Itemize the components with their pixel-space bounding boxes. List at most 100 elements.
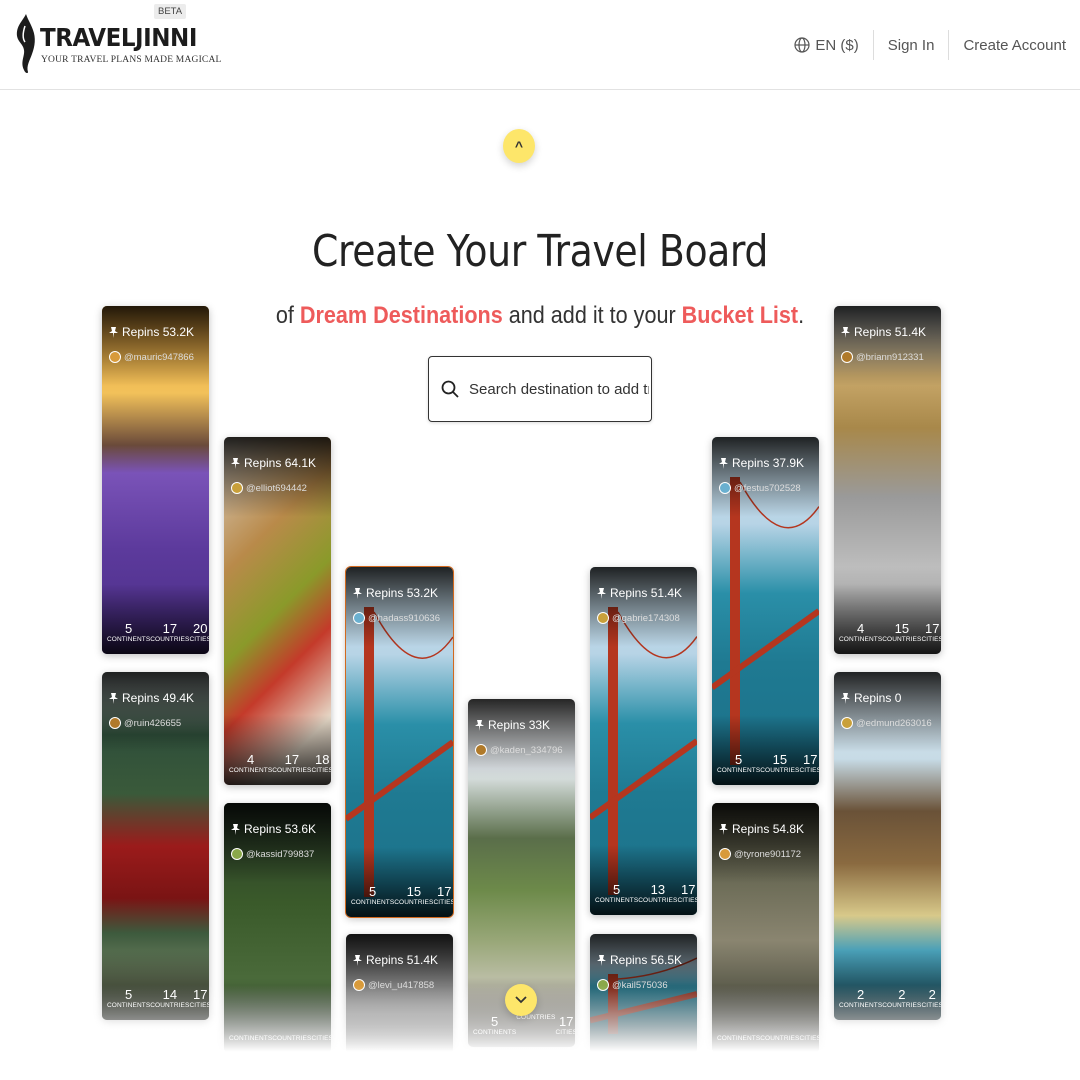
repins-count[interactable]: Repins 33K — [475, 718, 550, 732]
stat-continents: CONTINENTS — [229, 1035, 272, 1042]
avatar — [719, 848, 731, 860]
travel-board-card[interactable]: Repins 51.4K @gabrie174308 5 CONTINENTS 13 CO… — [590, 567, 697, 915]
travel-board-card[interactable]: Repins 53.2K @mauric947866 5 CONTINENTS 17 CO… — [102, 306, 209, 654]
repins-label: Repins 51.4K — [610, 586, 683, 600]
repins-count[interactable]: Repins 51.4K — [353, 953, 438, 967]
repins-count[interactable]: Repins 54.8K — [719, 822, 804, 836]
repins-count[interactable]: Repins 0 — [841, 691, 901, 705]
stat-continents-label: CONTINENTS — [107, 636, 151, 643]
card-bottom-shade — [712, 983, 819, 1053]
repins-count[interactable]: Repins 56.5K — [597, 953, 682, 967]
author-handle: @festus702528 — [734, 482, 801, 494]
pin-icon — [475, 719, 484, 731]
scroll-down-button[interactable] — [505, 984, 537, 1016]
top-header: TRAVELJINNI YOUR TRAVEL PLANS MADE MAGIC… — [0, 0, 1080, 90]
card-bottom-shade — [834, 950, 941, 1020]
stat-cities: 18 CITIES — [311, 752, 331, 774]
language-label: EN ($) — [815, 36, 859, 54]
repins-count[interactable]: Repins 53.2K — [353, 586, 438, 600]
card-stats: 2 CONTINENTS 2 COUNTRIES 2 CITIES — [834, 987, 941, 1009]
stat-countries: 17 COUNTRIES — [272, 752, 311, 774]
card-author[interactable]: @briann912331 — [841, 351, 924, 363]
card-author[interactable]: @festus702528 — [719, 482, 801, 494]
stat-countries: COUNTRIES — [760, 1035, 799, 1042]
card-author[interactable]: @kaden_334796 — [475, 744, 563, 756]
repins-count[interactable]: Repins 51.4K — [597, 586, 682, 600]
card-stats: CONTINENTS COUNTRIES CITIES — [224, 1035, 331, 1042]
card-author[interactable]: @mauric947866 — [109, 351, 194, 363]
subtitle-mid: and add it to your — [508, 302, 676, 329]
travel-board-card[interactable]: Repins 64.1K @elliot694442 4 CONTINENTS 17 CO… — [224, 437, 331, 785]
card-author[interactable]: @kassid799837 — [231, 848, 314, 860]
stat-countries: 15 COUNTRIES — [760, 752, 799, 774]
brand-logo[interactable]: TRAVELJINNI YOUR TRAVEL PLANS MADE MAGIC… — [14, 4, 221, 80]
stat-countries: 15 COUNTRIES — [882, 621, 921, 643]
sign-in-link[interactable]: Sign In — [874, 30, 950, 60]
stat-cities: 20 CITIES — [189, 621, 209, 643]
card-bottom-shade — [834, 584, 941, 654]
author-handle: @gabrie174308 — [612, 612, 680, 624]
globe-icon — [794, 37, 810, 53]
stat-cities-value: 17 — [192, 987, 208, 1002]
card-top-shade — [346, 567, 453, 647]
travel-board-card[interactable]: Repins 51.4K @briann912331 4 CONTINENTS 15 CO… — [834, 306, 941, 654]
stat-countries-value: 17 — [162, 621, 178, 636]
stat-cities-label: CITIES — [555, 1029, 575, 1036]
destination-search[interactable] — [428, 356, 652, 422]
stat-continents-label: CONTINENTS — [229, 767, 273, 774]
card-stats: 5 CONTINENTS 17 COUNTRIES 20 CITIES — [102, 621, 209, 643]
stat-countries-value: 15 — [894, 621, 910, 636]
search-icon — [441, 380, 459, 398]
repins-count[interactable]: Repins 64.1K — [231, 456, 316, 470]
avatar — [231, 848, 243, 860]
author-handle: @hadass910636 — [368, 612, 440, 624]
stat-cities: 17 CITIES — [799, 752, 819, 774]
travel-board-card[interactable]: Repins 53.6K @kassid799837 CONTINENTS COUNT… — [224, 803, 331, 1053]
repins-label: Repins 51.4K — [366, 953, 439, 967]
pin-icon — [353, 587, 362, 599]
travel-board-card[interactable]: Repins 53.2K @hadass910636 5 CONTINENTS 15 CO… — [345, 566, 454, 918]
card-author[interactable]: @gabrie174308 — [597, 612, 680, 624]
stat-continents-label: CONTINENTS — [107, 1002, 151, 1009]
travel-board-card[interactable]: Repins 51.4K @levi_u417858 — [346, 934, 453, 1054]
travel-board-card[interactable]: Repins 54.8K @tyrone901172 CONTINENTS COUNT… — [712, 803, 819, 1053]
card-stats: 5 CONTINENTS COUNTRIES 17 CITIES — [468, 1014, 575, 1036]
travel-board-card[interactable]: Repins 37.9K @festus702528 5 CONTINENTS 15 CO… — [712, 437, 819, 785]
stat-continents-value: 4 — [857, 621, 865, 636]
stat-cities-value: 17 — [802, 752, 818, 767]
stat-cities: 17 CITIES — [677, 882, 697, 904]
card-author[interactable]: @kail575036 — [597, 979, 668, 991]
scroll-up-button[interactable]: ^ — [503, 129, 535, 163]
card-author[interactable]: @edmund263016 — [841, 717, 932, 729]
card-author[interactable]: @elliot694442 — [231, 482, 307, 494]
stat-countries-value: 15 — [772, 752, 788, 767]
language-selector[interactable]: EN ($) — [794, 30, 874, 60]
card-author[interactable]: @levi_u417858 — [353, 979, 434, 991]
stat-continents-value: 5 — [613, 882, 621, 897]
create-account-link[interactable]: Create Account — [949, 30, 1066, 60]
stat-continents-label: CONTINENTS — [351, 899, 395, 906]
stat-countries-label: COUNTRIES — [882, 1002, 922, 1009]
stat-continents: 2 CONTINENTS — [839, 987, 882, 1009]
card-top-shade — [590, 567, 697, 647]
author-handle: @edmund263016 — [856, 717, 932, 729]
repins-count[interactable]: Repins 53.6K — [231, 822, 316, 836]
card-author[interactable]: @hadass910636 — [353, 612, 440, 624]
stat-cities: CITIES — [799, 1035, 819, 1042]
travel-board-card[interactable]: Repins 0 @edmund263016 2 CONTINENTS 2 COUNTRI… — [834, 672, 941, 1020]
stat-countries-value: 13 — [650, 882, 666, 897]
travel-board-card[interactable]: Repins 56.5K @kail575036 — [590, 934, 697, 1054]
author-handle: @kaden_334796 — [490, 744, 563, 756]
card-author[interactable]: @tyrone901172 — [719, 848, 801, 860]
card-bottom-shade — [346, 984, 453, 1054]
repins-count[interactable]: Repins 49.4K — [109, 691, 194, 705]
stat-cities: CITIES — [311, 1035, 331, 1042]
stat-countries-label: COUNTRIES — [150, 636, 190, 643]
repins-count[interactable]: Repins 37.9K — [719, 456, 804, 470]
search-input[interactable] — [469, 380, 649, 398]
card-bottom-shade — [224, 983, 331, 1053]
subtitle-of: of — [275, 302, 294, 329]
card-author[interactable]: @ruin426655 — [109, 717, 181, 729]
pin-icon — [231, 457, 240, 469]
travel-board-card[interactable]: Repins 49.4K @ruin426655 5 CONTINENTS 14 COUN… — [102, 672, 209, 1020]
